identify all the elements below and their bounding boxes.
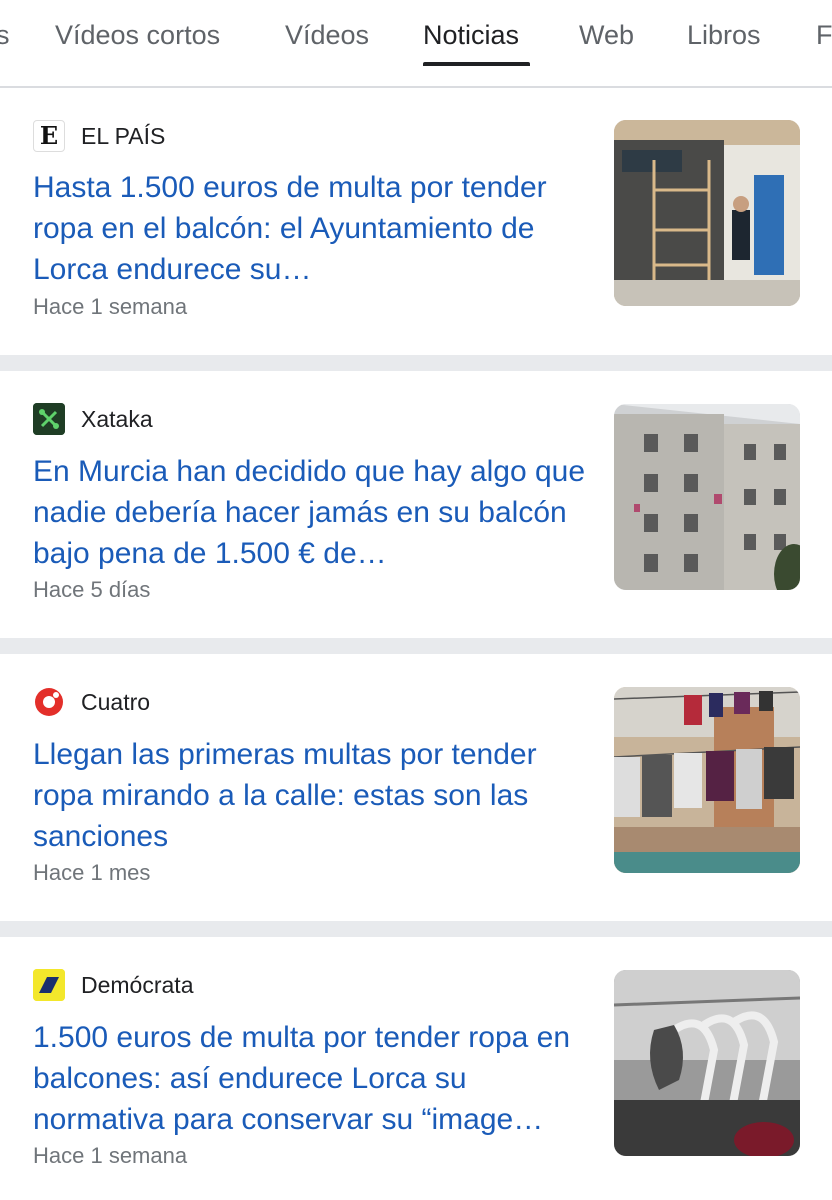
publish-time: Hace 1 semana	[33, 1143, 188, 1168]
source-row[interactable]: Demócrata	[33, 969, 193, 1001]
source-row[interactable]: Cuatro	[33, 686, 150, 718]
tab-web[interactable]: Web	[579, 20, 634, 51]
news-card-2[interactable]: Xataka En Murcia han decidido que hay al…	[0, 371, 832, 638]
news-card-3[interactable]: Cuatro Llegan las primeras multas por te…	[0, 654, 832, 921]
headline-link[interactable]: En Murcia han decidido que hay algo que …	[33, 451, 593, 574]
el-pais-logo-icon: E	[33, 120, 65, 152]
news-card-1[interactable]: E EL PAÍS Hasta 1.500 euros de multa por…	[0, 90, 832, 355]
storefront-scaffolding-photo[interactable]	[614, 120, 800, 306]
democrata-logo-icon	[33, 969, 65, 1001]
card-separator	[0, 921, 832, 937]
tab-next-partial[interactable]: F	[816, 20, 832, 51]
headline-link[interactable]: Hasta 1.500 euros de multa por tender ro…	[33, 167, 593, 290]
card-separator	[0, 355, 832, 371]
apartment-building-balconies-photo[interactable]	[614, 404, 800, 590]
news-card-4[interactable]: Demócrata 1.500 euros de multa por tende…	[0, 937, 832, 1200]
active-tab-indicator	[423, 62, 530, 66]
clothes-hangers-photo[interactable]	[614, 970, 800, 1156]
publish-time: Hace 1 mes	[33, 860, 151, 885]
source-row[interactable]: Xataka	[33, 403, 153, 435]
headline-link[interactable]: 1.500 euros de multa por tender ropa en …	[33, 1017, 593, 1140]
source-name: Demócrata	[81, 971, 194, 998]
headline-link[interactable]: Llegan las primeras multas por tender ro…	[33, 734, 593, 857]
search-tabs-bar: s Vídeos cortos Vídeos Noticias Web Libr…	[0, 0, 832, 88]
clothesline-laundry-photo[interactable]	[614, 687, 800, 873]
tab-previous-partial[interactable]: s	[0, 20, 10, 51]
publish-time: Hace 5 días	[33, 577, 151, 602]
source-row[interactable]: E EL PAÍS	[33, 120, 165, 152]
source-name: EL PAÍS	[81, 122, 166, 149]
tab-books[interactable]: Libros	[687, 20, 761, 51]
cuatro-logo-icon	[33, 686, 65, 718]
source-name: Xataka	[81, 405, 153, 432]
source-name: Cuatro	[81, 688, 151, 715]
publish-time: Hace 1 semana	[33, 294, 188, 319]
tab-short-videos[interactable]: Vídeos cortos	[55, 20, 220, 51]
tab-videos[interactable]: Vídeos	[285, 20, 369, 51]
card-separator	[0, 638, 832, 654]
xataka-logo-icon	[33, 403, 65, 435]
tab-news[interactable]: Noticias	[423, 20, 519, 51]
